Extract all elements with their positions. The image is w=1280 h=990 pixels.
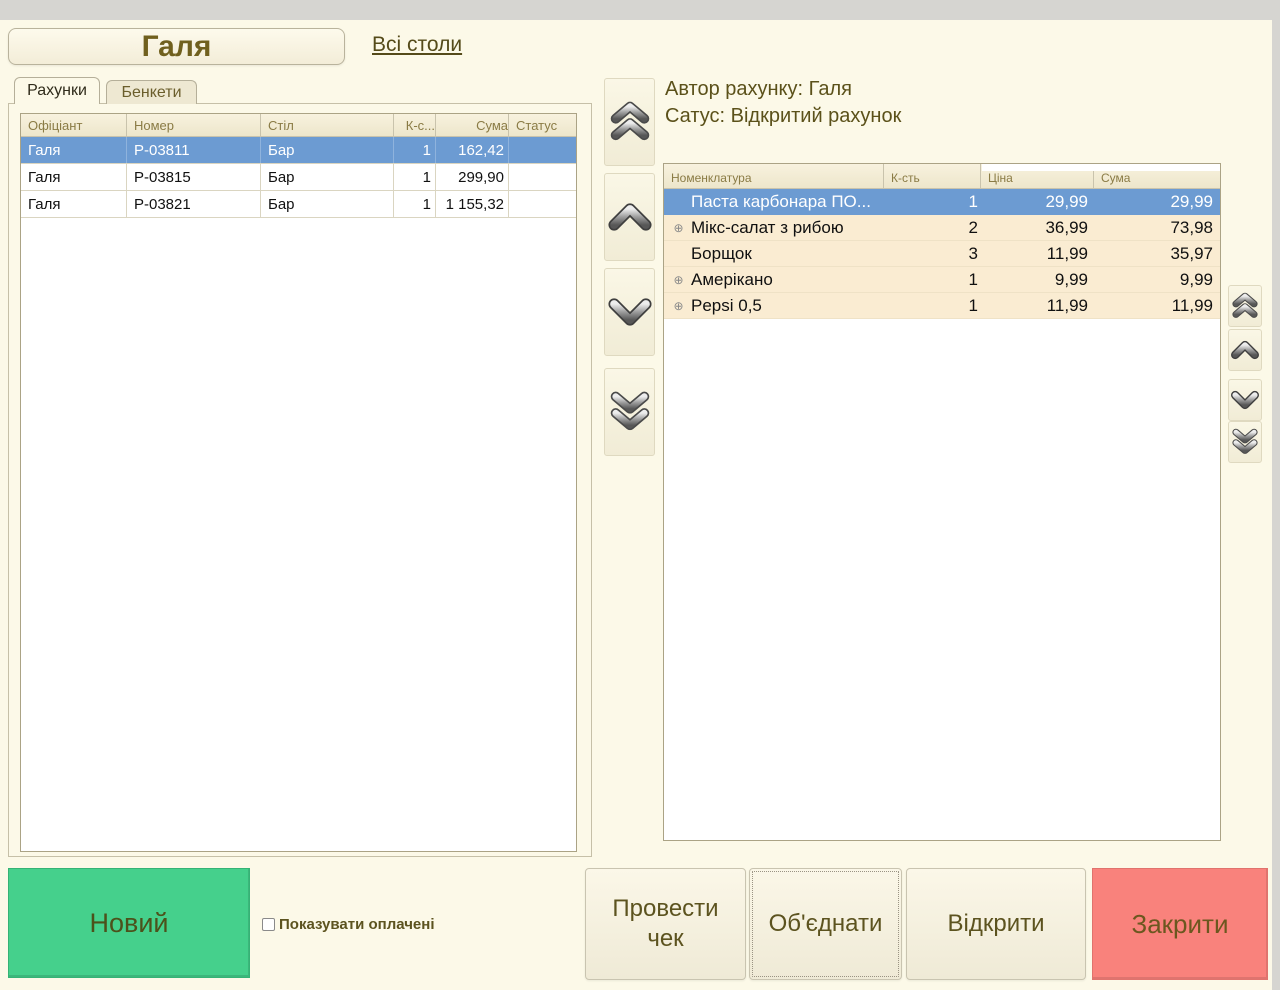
cell-item-price: 36,99	[988, 218, 1098, 238]
cell-item-sum: 11,99	[1098, 296, 1220, 316]
cell-item-qty: 1	[900, 270, 988, 290]
account-status-line: Сатус: Відкритий рахунок	[665, 105, 901, 128]
accounts-table-header: Офіціант Номер Стіл К-с... Сума Статус	[21, 114, 576, 137]
items-scroll-bottom-button[interactable]	[1228, 421, 1262, 463]
tab-banquets[interactable]: Бенкети	[106, 80, 197, 104]
chevron-up-icon	[607, 200, 653, 234]
cell-item-name: Борщок	[687, 244, 900, 264]
items-header-strip	[982, 164, 1220, 171]
account-row[interactable]: Галя Р-03811 Бар 1 162,42	[21, 137, 576, 164]
chevron-down-icon	[1231, 389, 1259, 411]
cell-table: Бар	[261, 164, 394, 190]
column-header-waiter[interactable]: Офіціант	[21, 114, 127, 136]
items-scroll-down-button[interactable]	[1228, 379, 1262, 421]
column-header-count[interactable]: К-с...	[394, 114, 436, 136]
double-chevron-down-icon	[608, 390, 652, 434]
accounts-scroll-top-button[interactable]	[604, 78, 655, 166]
cell-status	[509, 137, 576, 163]
accounts-scroll-down-button[interactable]	[604, 268, 655, 356]
account-row[interactable]: Галя Р-03821 Бар 1 1 155,32	[21, 191, 576, 218]
cell-item-sum: 35,97	[1098, 244, 1220, 264]
show-paid-checkbox[interactable]	[262, 918, 275, 931]
cell-item-sum: 29,99	[1098, 192, 1220, 212]
show-paid-checkbox-group: Показувати оплачені	[262, 916, 435, 933]
cell-item-name: Pepsi 0,5	[687, 296, 900, 316]
double-chevron-up-icon	[608, 100, 652, 144]
cell-item-price: 11,99	[988, 244, 1098, 264]
cell-table: Бар	[261, 191, 394, 217]
accounts-scroll-bottom-button[interactable]	[604, 368, 655, 456]
cell-item-price: 9,99	[988, 270, 1098, 290]
cell-item-name: Амерікано	[687, 270, 900, 290]
tab-accounts[interactable]: Рахунки	[14, 77, 100, 104]
accounts-scroll-up-button[interactable]	[604, 173, 655, 261]
expand-icon[interactable]: ⊕	[670, 299, 687, 313]
cell-item-name: Паста карбонара ПО...	[687, 192, 900, 212]
all-tables-link[interactable]: Всі столи	[372, 33, 462, 57]
column-header-status[interactable]: Статус	[509, 114, 576, 136]
cell-table: Бар	[261, 137, 394, 163]
column-header-qty[interactable]: К-сть	[884, 164, 981, 188]
cell-item-qty: 1	[900, 296, 988, 316]
items-scroll-top-button[interactable]	[1228, 285, 1262, 327]
items-table: Номенклатура К-сть Ціна Сума Паста карбо…	[663, 163, 1221, 841]
merge-button[interactable]: Об'єднати	[749, 868, 902, 980]
cell-sum: 299,90	[436, 164, 509, 190]
cell-item-qty: 3	[900, 244, 988, 264]
accounts-table: Офіціант Номер Стіл К-с... Сума Статус Г…	[20, 113, 577, 852]
cell-waiter: Галя	[21, 191, 127, 217]
item-row[interactable]: ⊕ Мікс-салат з рибою 2 36,99 73,98	[664, 215, 1220, 241]
window-top-edge	[0, 0, 1280, 20]
item-row[interactable]: Борщок 3 11,99 35,97	[664, 241, 1220, 267]
post-check-button[interactable]: Провести чек	[585, 868, 746, 980]
column-header-nomenclature[interactable]: Номенклатура	[664, 164, 884, 188]
cell-item-sum: 73,98	[1098, 218, 1220, 238]
double-chevron-up-icon	[1231, 291, 1259, 321]
cell-item-qty: 1	[900, 192, 988, 212]
cell-item-name: Мікс-салат з рибою	[687, 218, 900, 238]
cell-sum: 162,42	[436, 137, 509, 163]
column-header-sum[interactable]: Сума	[436, 114, 509, 136]
cell-item-price: 29,99	[988, 192, 1098, 212]
new-account-button[interactable]: Новий	[8, 868, 250, 978]
items-scroll-up-button[interactable]	[1228, 329, 1262, 371]
cell-item-sum: 9,99	[1098, 270, 1220, 290]
account-author-line: Автор рахунку: Галя	[665, 78, 852, 101]
double-chevron-down-icon	[1231, 427, 1259, 457]
show-paid-label: Показувати оплачені	[279, 916, 435, 933]
account-row[interactable]: Галя Р-03815 Бар 1 299,90	[21, 164, 576, 191]
cell-sum: 1 155,32	[436, 191, 509, 217]
expand-icon[interactable]: ⊕	[670, 273, 687, 287]
item-row[interactable]: Паста карбонара ПО... 1 29,99 29,99	[664, 189, 1220, 215]
cell-waiter: Галя	[21, 137, 127, 163]
cell-status	[509, 164, 576, 190]
window-right-edge	[1272, 0, 1280, 990]
cell-count: 1	[394, 137, 436, 163]
column-header-table[interactable]: Стіл	[261, 114, 394, 136]
chevron-up-icon	[1231, 339, 1259, 361]
item-row[interactable]: ⊕ Амерікано 1 9,99 9,99	[664, 267, 1220, 293]
cell-number: Р-03821	[127, 191, 261, 217]
chevron-down-icon	[607, 295, 653, 329]
current-user-button[interactable]: Галя	[8, 28, 345, 65]
cell-count: 1	[394, 164, 436, 190]
column-header-number[interactable]: Номер	[127, 114, 261, 136]
cell-number: Р-03811	[127, 137, 261, 163]
cell-count: 1	[394, 191, 436, 217]
cell-number: Р-03815	[127, 164, 261, 190]
cell-waiter: Галя	[21, 164, 127, 190]
cell-item-qty: 2	[900, 218, 988, 238]
open-button[interactable]: Відкрити	[906, 868, 1086, 980]
cell-status	[509, 191, 576, 217]
close-button[interactable]: Закрити	[1092, 868, 1268, 980]
cell-item-price: 11,99	[988, 296, 1098, 316]
item-row[interactable]: ⊕ Pepsi 0,5 1 11,99 11,99	[664, 293, 1220, 319]
expand-icon[interactable]: ⊕	[670, 221, 687, 235]
